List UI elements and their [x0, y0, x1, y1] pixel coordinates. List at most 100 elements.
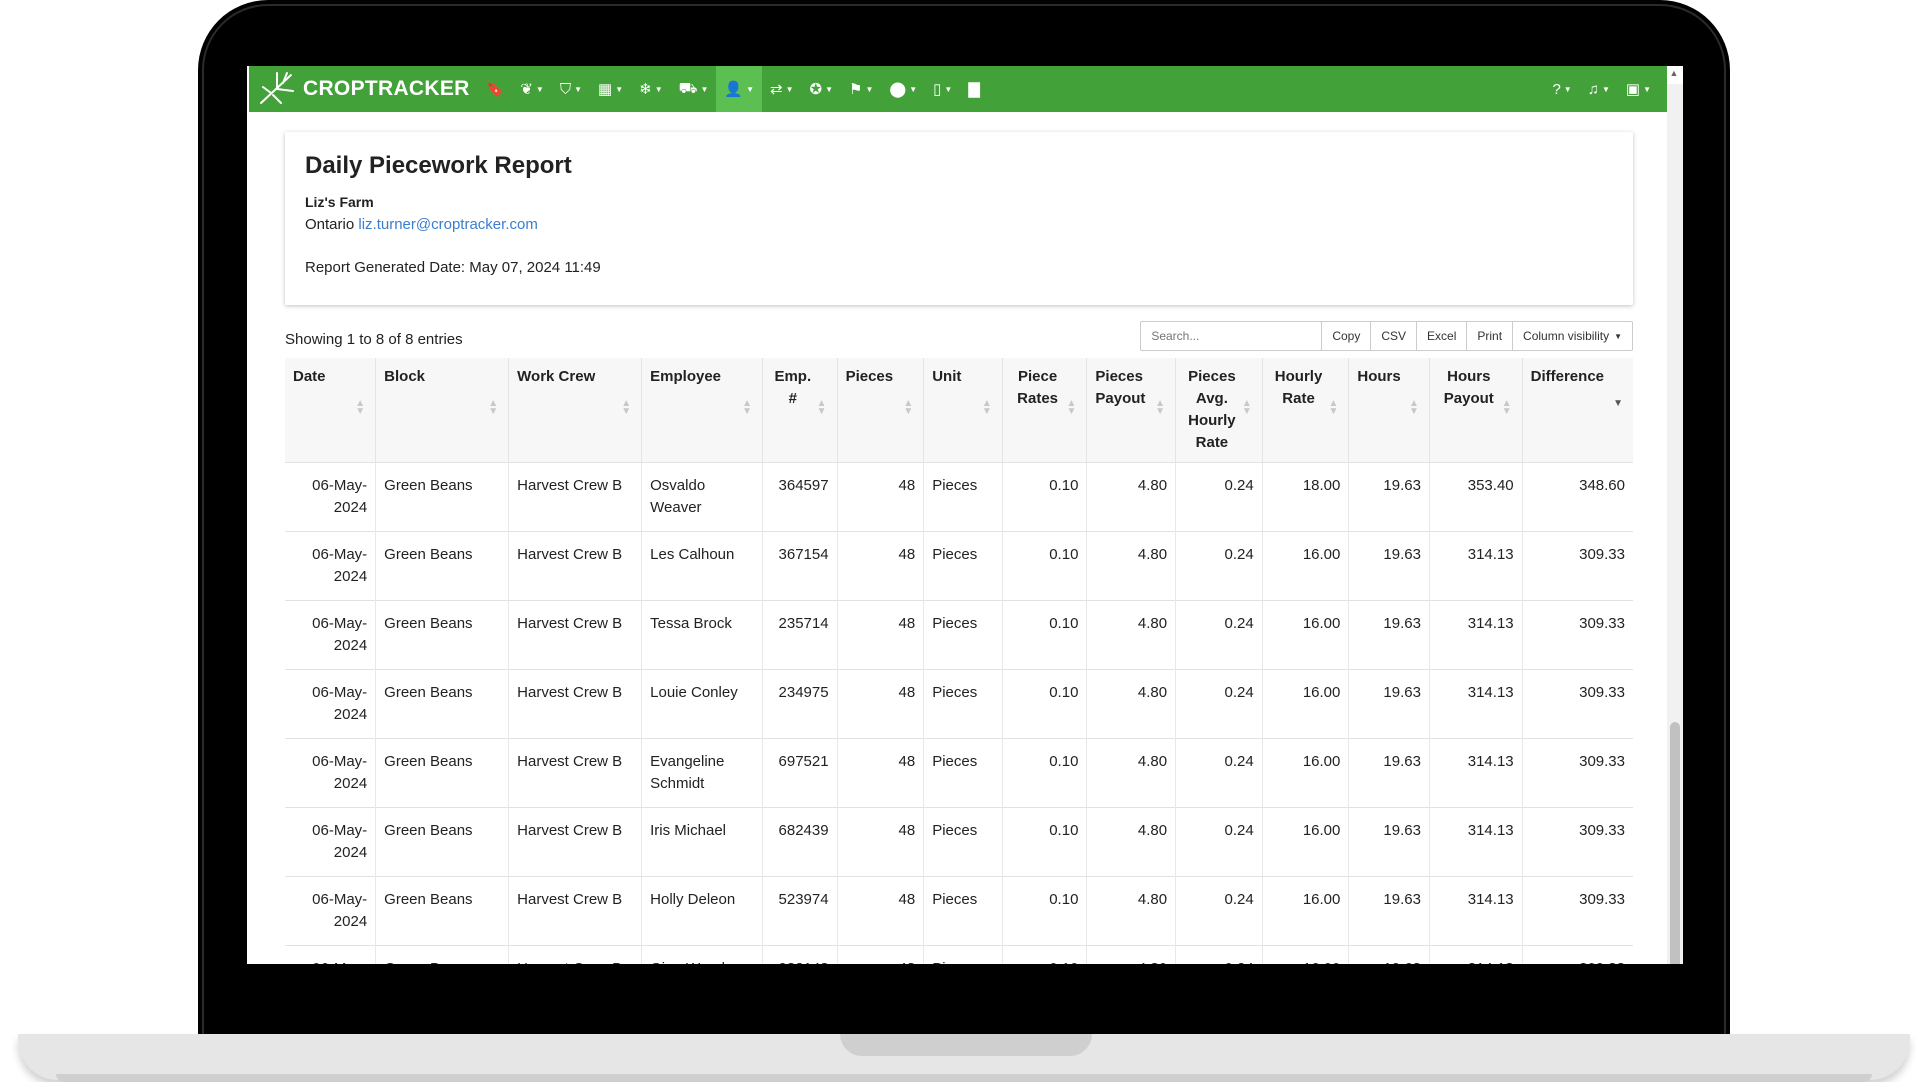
excel-button[interactable]: Excel — [1416, 321, 1468, 351]
table-cell: Pieces — [923, 600, 1003, 670]
table-cell: 16.00 — [1261, 876, 1349, 946]
nav-item-harvest[interactable]: ⛉ ▼ — [552, 66, 590, 112]
table-cell: Green Beans — [375, 738, 509, 808]
table-toolbar: Copy CSV Excel Print Column visibility ▼ — [1140, 321, 1633, 351]
print-button[interactable]: Print — [1466, 321, 1514, 351]
table-cell: Les Calhoun — [641, 531, 763, 601]
nav-item-map-marker[interactable]: ⬤ ▼ — [881, 66, 925, 112]
bookmark-icon: 🔖 — [485, 81, 505, 98]
farm-location: Ontario liz.turner@croptracker.com — [305, 216, 1613, 233]
table-cell: 48 — [836, 462, 924, 532]
nav-item-leaf[interactable]: ❦ ▼ — [512, 66, 552, 112]
table-header-row: Date ▲ ▼ Block ▲ ▼ Work Crew ▲ ▼ Employee ▲ ▼ Emp. #… — [285, 358, 1633, 463]
table-cell: Pieces — [923, 945, 1003, 964]
sort-icon: ▲ ▼ — [1409, 398, 1419, 417]
nav-item-briefcase[interactable]: ▣ ▼ — [1618, 66, 1659, 112]
table-cell: Pieces — [923, 876, 1003, 946]
nav-item-snowflake[interactable]: ❄ ▼ — [631, 66, 671, 112]
table-cell: 0.24 — [1175, 807, 1263, 877]
table-cell: Harvest Crew B — [508, 669, 642, 739]
table-cell: 0.10 — [1001, 600, 1087, 670]
table-row: 06-May- 2024 Green Beans Harvest Crew B Holl… — [285, 876, 1633, 946]
column-header-block[interactable]: Block ▲ ▼ — [375, 358, 509, 463]
caret-down-icon: ▼ — [1643, 84, 1651, 94]
column-header-pieces-payout[interactable]: Pieces Payout ▲ ▼ — [1086, 358, 1176, 463]
table-cell: 0.24 — [1175, 669, 1263, 739]
nav-item-bar-chart[interactable]: ▇ — [960, 66, 988, 112]
column-header-employee[interactable]: Employee ▲ ▼ — [641, 358, 763, 463]
scroll-up-arrow-icon[interactable]: ▲ — [1667, 68, 1681, 82]
table-row: 06-May- 2024 Green Beans Harvest Crew B Les … — [285, 531, 1633, 601]
nav-item-transfer[interactable]: ⇄ ▼ — [762, 66, 802, 112]
award-icon: ✪ — [809, 81, 823, 98]
table-cell: Green Beans — [375, 807, 509, 877]
table-cell: Harvest Crew B — [508, 807, 642, 877]
table-cell: 314.13 — [1428, 945, 1523, 964]
entries-info: Showing 1 to 8 of 8 entries — [285, 331, 463, 348]
nav-item-headset[interactable]: ♫ ▼ — [1580, 66, 1618, 112]
nav-item-mobile[interactable]: ▯ ▼ — [925, 66, 960, 112]
table-cell: Harvest Crew B — [508, 738, 642, 808]
table-cell: 0.10 — [1001, 945, 1087, 964]
table-cell: Pieces — [923, 462, 1003, 532]
column-header-difference[interactable]: Difference ▼ — [1521, 358, 1633, 463]
table-cell: 16.00 — [1261, 531, 1349, 601]
caret-down-icon: ▼ — [1601, 84, 1610, 94]
nav-item-bookmark[interactable]: 🔖 — [478, 66, 513, 112]
nav-item-help[interactable]: ? ▼ — [1544, 66, 1579, 112]
help-icon: ? — [1552, 80, 1561, 98]
table-cell: Green Beans — [375, 669, 509, 739]
sort-icon: ▲ ▼ — [903, 398, 914, 417]
nav-item-building[interactable]: ▦ ▼ — [590, 66, 631, 112]
location-text: Ontario — [305, 216, 355, 233]
table-cell: Pieces — [923, 531, 1003, 601]
sort-icon: ▲ ▼ — [1241, 398, 1252, 417]
column-header-pieces[interactable]: Pieces ▲ ▼ — [836, 358, 924, 463]
column-header-date[interactable]: Date ▲ ▼ — [285, 358, 376, 463]
nav-item-user[interactable]: 👤 ▼ — [716, 66, 763, 112]
scrollbar-thumb[interactable] — [1670, 722, 1680, 964]
column-header-label: Employee — [650, 368, 722, 385]
table-cell: 06-May-2024 — [285, 600, 376, 670]
brand[interactable]: CROPTRACKER — [249, 66, 470, 112]
caret-down-icon: ▼ — [1563, 84, 1572, 94]
caret-down-icon: ▼ — [574, 84, 583, 94]
table-cell: 0.24 — [1175, 462, 1263, 532]
table-cell: 309.33 — [1521, 945, 1633, 964]
table-cell: Green Beans — [375, 531, 509, 601]
column-header-piece-rates[interactable]: Piece Rates ▲ ▼ — [1001, 358, 1087, 463]
caret-down-icon: ▼ — [535, 84, 544, 94]
nav-item-truck[interactable]: ⛟ ▼ — [671, 66, 717, 112]
table-cell: 16.00 — [1261, 945, 1349, 964]
nav-item-award[interactable]: ✪ ▼ — [802, 66, 842, 112]
column-header-label: Pieces — [845, 368, 894, 385]
column-header-hours[interactable]: Hours ▲ ▼ — [1348, 358, 1430, 463]
email-link[interactable]: liz.turner@croptracker.com — [358, 216, 537, 233]
sort-icon: ▲ ▼ — [1155, 398, 1166, 417]
table-cell: 697521 — [762, 738, 838, 808]
scrollbar[interactable] — [1667, 84, 1683, 964]
table-cell: 4.80 — [1086, 669, 1176, 739]
search-input[interactable] — [1140, 321, 1323, 351]
table-cell: 309.33 — [1521, 669, 1633, 739]
sort-icon: ▲ ▼ — [1501, 398, 1512, 417]
sort-icon: ▲ ▼ — [981, 398, 992, 417]
column-header-hourly-rate[interactable]: Hourly Rate ▲ ▼ — [1261, 358, 1349, 463]
csv-button[interactable]: CSV — [1370, 321, 1418, 351]
copy-button[interactable]: Copy — [1321, 321, 1372, 351]
column-visibility-button[interactable]: Column visibility ▼ — [1512, 321, 1633, 351]
table-row: 06-May- 2024 Green Beans Harvest Crew B Evan… — [285, 738, 1633, 808]
column-header-pieces-avg-hourly-rate[interactable]: Pieces Avg. Hourly Rate ▲ ▼ — [1175, 358, 1263, 463]
table-cell: 4.80 — [1086, 945, 1176, 964]
table-cell: 314.13 — [1428, 669, 1523, 739]
column-header-work-crew[interactable]: Work Crew ▲ ▼ — [508, 358, 642, 463]
column-header-unit[interactable]: Unit ▲ ▼ — [923, 358, 1003, 463]
table-cell: 19.63 — [1348, 738, 1430, 808]
caret-down-icon: ▼ — [615, 84, 624, 94]
nav-item-flag[interactable]: ⚑ ▼ — [841, 66, 881, 112]
column-header-hours-payout[interactable]: Hours Payout ▲ ▼ — [1428, 358, 1523, 463]
table-row: 06-May- 2024 Green Beans Harvest Crew B Tess… — [285, 600, 1633, 670]
laptop-base-shadow — [56, 1074, 1872, 1082]
page-title: Daily Piecework Report — [305, 152, 572, 179]
column-header-emp[interactable]: Emp. # ▲ ▼ — [762, 358, 838, 463]
